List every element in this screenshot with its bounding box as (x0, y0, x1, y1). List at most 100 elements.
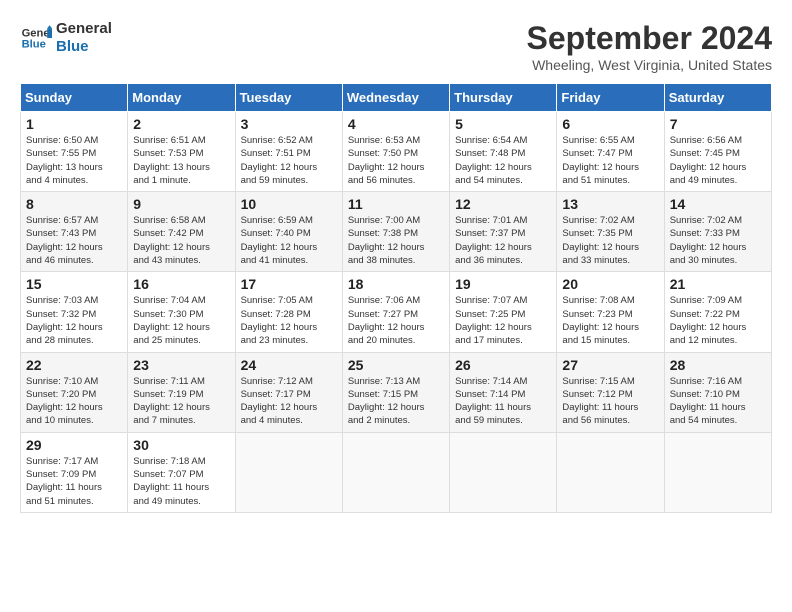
location-title: Wheeling, West Virginia, United States (527, 57, 772, 73)
month-title: September 2024 (527, 20, 772, 57)
weekday-header-tuesday: Tuesday (235, 84, 342, 112)
day-info: Sunrise: 7:07 AM Sunset: 7:25 PM Dayligh… (455, 294, 551, 347)
day-info: Sunrise: 6:55 AM Sunset: 7:47 PM Dayligh… (562, 134, 658, 187)
day-info: Sunrise: 7:10 AM Sunset: 7:20 PM Dayligh… (26, 375, 122, 428)
calendar-cell: 20 Sunrise: 7:08 AM Sunset: 7:23 PM Dayli… (557, 272, 664, 352)
day-info: Sunrise: 6:52 AM Sunset: 7:51 PM Dayligh… (241, 134, 337, 187)
calendar-cell: 28 Sunrise: 7:16 AM Sunset: 7:10 PM Dayli… (664, 352, 771, 432)
calendar-cell: 24 Sunrise: 7:12 AM Sunset: 7:17 PM Dayli… (235, 352, 342, 432)
day-info: Sunrise: 7:00 AM Sunset: 7:38 PM Dayligh… (348, 214, 444, 267)
calendar-cell: 30 Sunrise: 7:18 AM Sunset: 7:07 PM Dayli… (128, 432, 235, 512)
day-number: 29 (26, 437, 122, 453)
day-number: 6 (562, 116, 658, 132)
day-info: Sunrise: 6:50 AM Sunset: 7:55 PM Dayligh… (26, 134, 122, 187)
weekday-header-monday: Monday (128, 84, 235, 112)
calendar-cell: 19Sunrise: 7:07 AM Sunset: 7:25 PM Dayli… (450, 272, 557, 352)
day-number: 3 (241, 116, 337, 132)
day-number: 28 (670, 357, 766, 373)
calendar-cell: 17Sunrise: 7:05 AM Sunset: 7:28 PM Dayli… (235, 272, 342, 352)
day-number: 14 (670, 196, 766, 212)
calendar-cell (342, 432, 449, 512)
day-number: 22 (26, 357, 122, 373)
day-info: Sunrise: 7:09 AM Sunset: 7:22 PM Dayligh… (670, 294, 766, 347)
day-number: 5 (455, 116, 551, 132)
calendar-cell: 1 Sunrise: 6:50 AM Sunset: 7:55 PM Daylig… (21, 112, 128, 192)
calendar-cell: 16 Sunrise: 7:04 AM Sunset: 7:30 PM Dayli… (128, 272, 235, 352)
calendar-cell: 5 Sunrise: 6:54 AM Sunset: 7:48 PM Daylig… (450, 112, 557, 192)
day-number: 24 (241, 357, 337, 373)
day-number: 27 (562, 357, 658, 373)
calendar-cell: 29 Sunrise: 7:17 AM Sunset: 7:09 PM Dayli… (21, 432, 128, 512)
day-number: 15 (26, 276, 122, 292)
calendar-cell: 21 Sunrise: 7:09 AM Sunset: 7:22 PM Dayli… (664, 272, 771, 352)
day-number: 20 (562, 276, 658, 292)
weekday-header-friday: Friday (557, 84, 664, 112)
day-info: Sunrise: 7:02 AM Sunset: 7:35 PM Dayligh… (562, 214, 658, 267)
calendar-cell (450, 432, 557, 512)
calendar-cell: 3 Sunrise: 6:52 AM Sunset: 7:51 PM Daylig… (235, 112, 342, 192)
weekday-header-row: SundayMondayTuesdayWednesdayThursdayFrid… (21, 84, 772, 112)
page-header: General Blue General Blue September 2024… (20, 20, 772, 73)
day-info: Sunrise: 7:16 AM Sunset: 7:10 PM Dayligh… (670, 375, 766, 428)
day-info: Sunrise: 7:08 AM Sunset: 7:23 PM Dayligh… (562, 294, 658, 347)
calendar-cell: 25 Sunrise: 7:13 AM Sunset: 7:15 PM Dayli… (342, 352, 449, 432)
day-number: 17 (241, 276, 337, 292)
calendar-cell: 4 Sunrise: 6:53 AM Sunset: 7:50 PM Daylig… (342, 112, 449, 192)
day-number: 16 (133, 276, 229, 292)
logo: General Blue General Blue (20, 20, 112, 56)
day-info: Sunrise: 7:06 AM Sunset: 7:27 PM Dayligh… (348, 294, 444, 347)
logo-text-line1: General (56, 20, 112, 38)
day-number: 30 (133, 437, 229, 453)
day-info: Sunrise: 7:12 AM Sunset: 7:17 PM Dayligh… (241, 375, 337, 428)
day-number: 4 (348, 116, 444, 132)
calendar-cell: 15Sunrise: 7:03 AM Sunset: 7:32 PM Dayli… (21, 272, 128, 352)
weekday-header-saturday: Saturday (664, 84, 771, 112)
day-number: 26 (455, 357, 551, 373)
calendar-cell: 8 Sunrise: 6:57 AM Sunset: 7:43 PM Daylig… (21, 192, 128, 272)
day-info: Sunrise: 7:17 AM Sunset: 7:09 PM Dayligh… (26, 455, 122, 508)
svg-text:Blue: Blue (22, 39, 46, 51)
calendar-cell: 6 Sunrise: 6:55 AM Sunset: 7:47 PM Daylig… (557, 112, 664, 192)
day-info: Sunrise: 6:54 AM Sunset: 7:48 PM Dayligh… (455, 134, 551, 187)
day-info: Sunrise: 6:59 AM Sunset: 7:40 PM Dayligh… (241, 214, 337, 267)
day-number: 21 (670, 276, 766, 292)
day-number: 18 (348, 276, 444, 292)
calendar-cell: 2 Sunrise: 6:51 AM Sunset: 7:53 PM Daylig… (128, 112, 235, 192)
day-number: 1 (26, 116, 122, 132)
calendar-cell: 26 Sunrise: 7:14 AM Sunset: 7:14 PM Dayli… (450, 352, 557, 432)
calendar-cell: 22 Sunrise: 7:10 AM Sunset: 7:20 PM Dayli… (21, 352, 128, 432)
day-number: 25 (348, 357, 444, 373)
day-info: Sunrise: 7:11 AM Sunset: 7:19 PM Dayligh… (133, 375, 229, 428)
calendar-cell: 14Sunrise: 7:02 AM Sunset: 7:33 PM Dayli… (664, 192, 771, 272)
day-info: Sunrise: 6:57 AM Sunset: 7:43 PM Dayligh… (26, 214, 122, 267)
weekday-header-thursday: Thursday (450, 84, 557, 112)
calendar-cell: 18 Sunrise: 7:06 AM Sunset: 7:27 PM Dayli… (342, 272, 449, 352)
weekday-header-wednesday: Wednesday (342, 84, 449, 112)
calendar-cell: 23Sunrise: 7:11 AM Sunset: 7:19 PM Dayli… (128, 352, 235, 432)
day-info: Sunrise: 7:01 AM Sunset: 7:37 PM Dayligh… (455, 214, 551, 267)
calendar-cell: 11Sunrise: 7:00 AM Sunset: 7:38 PM Dayli… (342, 192, 449, 272)
week-row-1: 1 Sunrise: 6:50 AM Sunset: 7:55 PM Daylig… (21, 112, 772, 192)
day-number: 7 (670, 116, 766, 132)
day-info: Sunrise: 7:13 AM Sunset: 7:15 PM Dayligh… (348, 375, 444, 428)
week-row-2: 8 Sunrise: 6:57 AM Sunset: 7:43 PM Daylig… (21, 192, 772, 272)
day-info: Sunrise: 6:58 AM Sunset: 7:42 PM Dayligh… (133, 214, 229, 267)
calendar-cell: 13 Sunrise: 7:02 AM Sunset: 7:35 PM Dayli… (557, 192, 664, 272)
day-info: Sunrise: 6:56 AM Sunset: 7:45 PM Dayligh… (670, 134, 766, 187)
day-number: 12 (455, 196, 551, 212)
day-info: Sunrise: 6:53 AM Sunset: 7:50 PM Dayligh… (348, 134, 444, 187)
day-number: 2 (133, 116, 229, 132)
day-info: Sunrise: 7:18 AM Sunset: 7:07 PM Dayligh… (133, 455, 229, 508)
day-number: 13 (562, 196, 658, 212)
day-info: Sunrise: 7:15 AM Sunset: 7:12 PM Dayligh… (562, 375, 658, 428)
day-number: 8 (26, 196, 122, 212)
day-info: Sunrise: 6:51 AM Sunset: 7:53 PM Dayligh… (133, 134, 229, 187)
week-row-3: 15Sunrise: 7:03 AM Sunset: 7:32 PM Dayli… (21, 272, 772, 352)
day-info: Sunrise: 7:04 AM Sunset: 7:30 PM Dayligh… (133, 294, 229, 347)
logo-icon: General Blue (20, 22, 52, 54)
title-area: September 2024 Wheeling, West Virginia, … (527, 20, 772, 73)
week-row-5: 29 Sunrise: 7:17 AM Sunset: 7:09 PM Dayli… (21, 432, 772, 512)
calendar-cell: 27 Sunrise: 7:15 AM Sunset: 7:12 PM Dayli… (557, 352, 664, 432)
calendar-cell (557, 432, 664, 512)
day-info: Sunrise: 7:14 AM Sunset: 7:14 PM Dayligh… (455, 375, 551, 428)
